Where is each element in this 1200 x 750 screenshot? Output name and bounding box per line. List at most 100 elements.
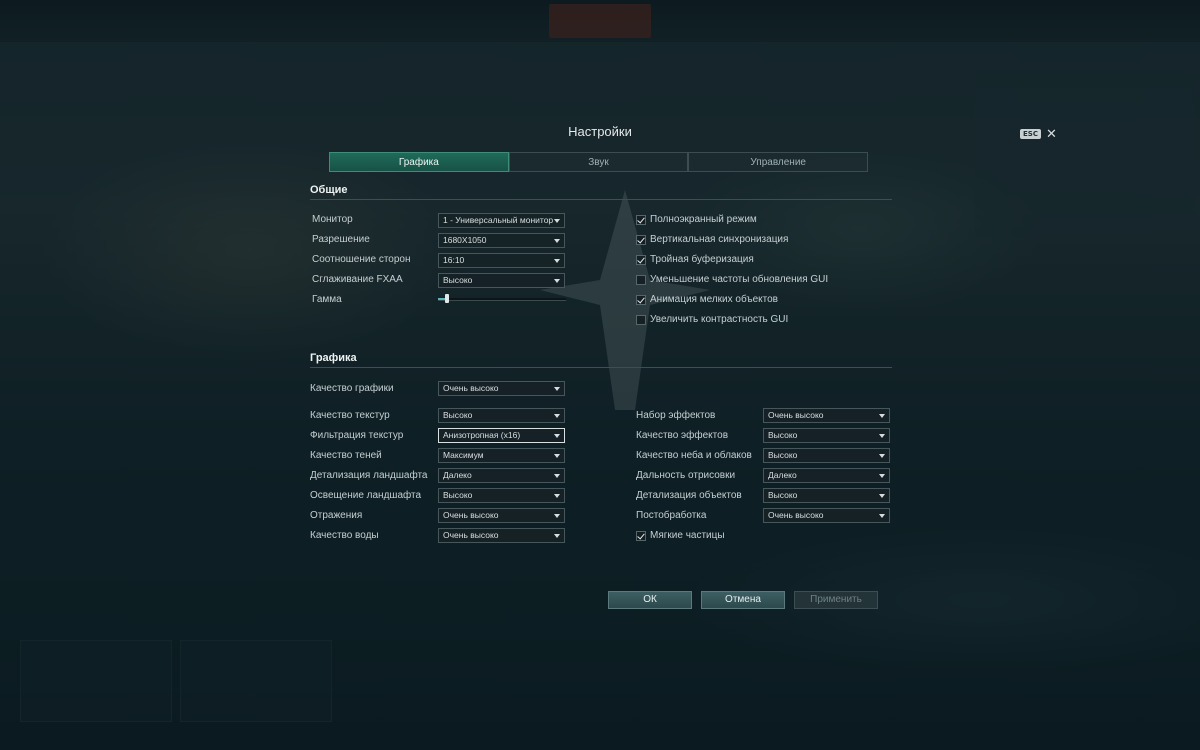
chevron-down-icon (554, 434, 560, 438)
checkbox-small-objects-animation[interactable] (636, 295, 646, 305)
checkbox-label-gui-refresh: Уменьшение частоты обновления GUI (650, 274, 829, 285)
chevron-down-icon (554, 219, 560, 223)
dropdown-value: 1680X1050 (443, 235, 487, 245)
dropdown-value: Далеко (443, 470, 472, 480)
setting-label-sky-quality: Качество неба и облаков (636, 450, 752, 461)
setting-label-graphics-quality: Качество графики (310, 383, 394, 394)
setting-label-texture-filtering: Фильтрация текстур (310, 430, 404, 441)
gamma-slider-handle[interactable] (445, 294, 449, 303)
setting-label-shadow-quality: Качество теней (310, 450, 382, 461)
dropdown-value: Очень высоко (443, 510, 499, 520)
tab-graphics[interactable]: Графика (329, 152, 509, 172)
checkbox-gui-refresh[interactable] (636, 275, 646, 285)
terrain-lighting-dropdown[interactable]: Высоко (438, 488, 565, 503)
chevron-down-icon (554, 474, 560, 478)
dropdown-value: 1 - Универсальный монитор PnP (443, 215, 553, 225)
graphics-quality-dropdown[interactable]: Очень высоко (438, 381, 565, 396)
reflections-dropdown[interactable]: Очень высоко (438, 508, 565, 523)
checkbox-label-triple-buffering: Тройная буферизация (650, 254, 754, 265)
checkbox-label-small-objects-animation: Анимация мелких объектов (650, 294, 778, 305)
dropdown-value: Очень высоко (443, 383, 499, 393)
setting-label-gamma: Гамма (312, 294, 342, 305)
chevron-down-icon (554, 259, 560, 263)
checkbox-label-fullscreen: Полноэкранный режим (650, 214, 757, 225)
post-processing-dropdown[interactable]: Очень высоко (763, 508, 890, 523)
dropdown-value: Очень высоко (768, 410, 824, 420)
checkbox-fullscreen[interactable] (636, 215, 646, 225)
chevron-down-icon (554, 534, 560, 538)
chevron-down-icon (879, 514, 885, 518)
section-title-graphics: Графика (310, 352, 892, 368)
tab-controls[interactable]: Управление (688, 152, 869, 172)
setting-label-object-detail: Детализация объектов (636, 490, 742, 501)
dropdown-value: Высоко (768, 430, 798, 440)
setting-label-reflections: Отражения (310, 510, 363, 521)
dropdown-value: Высоко (443, 490, 473, 500)
dropdown-value: 16:10 (443, 255, 465, 265)
chevron-down-icon (879, 474, 885, 478)
setting-label-aspect-ratio: Соотношение сторон (312, 254, 411, 265)
gamma-slider[interactable] (438, 294, 566, 303)
dropdown-value: Высоко (768, 490, 798, 500)
checkbox-label-vsync: Вертикальная синхронизация (650, 234, 789, 245)
dropdown-value: Далеко (768, 470, 797, 480)
resolution-dropdown[interactable]: 1680X1050 (438, 233, 565, 248)
setting-label-draw-distance: Дальность отрисовки (636, 470, 736, 481)
ok-button[interactable]: ОК (608, 591, 692, 609)
dropdown-value: Очень высоко (443, 530, 499, 540)
setting-label-terrain-detail: Детализация ландшафта (310, 470, 428, 481)
cancel-button[interactable]: Отмена (701, 591, 785, 609)
setting-label-fxaa: Сглаживание FXAA (312, 274, 403, 285)
checkbox-triple-buffering[interactable] (636, 255, 646, 265)
draw-distance-dropdown[interactable]: Далеко (763, 468, 890, 483)
monitor-dropdown[interactable]: 1 - Универсальный монитор PnP (438, 213, 565, 228)
section-title-general: Общие (310, 184, 892, 200)
chevron-down-icon (554, 279, 560, 283)
dropdown-value: Высоко (443, 275, 473, 285)
chevron-down-icon (879, 434, 885, 438)
dropdown-value: Высоко (768, 450, 798, 460)
fxaa-dropdown[interactable]: Высоко (438, 273, 565, 288)
apply-button[interactable]: Применить (794, 591, 878, 609)
checkbox-gui-contrast[interactable] (636, 315, 646, 325)
checkbox-label-soft-particles: Мягкие частицы (650, 530, 725, 541)
tab-sound[interactable]: Звук (508, 152, 689, 172)
setting-label-effects-preset: Набор эффектов (636, 410, 716, 421)
chevron-down-icon (554, 387, 560, 391)
setting-label-water-quality: Качество воды (310, 530, 379, 541)
sky-quality-dropdown[interactable]: Высоко (763, 448, 890, 463)
chevron-down-icon (554, 239, 560, 243)
dropdown-value: Анизотропная (x16) (443, 430, 521, 440)
chevron-down-icon (554, 454, 560, 458)
chevron-down-icon (879, 494, 885, 498)
setting-label-effects-quality: Качество эффектов (636, 430, 729, 441)
setting-label-texture-quality: Качество текстур (310, 410, 390, 421)
setting-label-terrain-lighting: Освещение ландшафта (310, 490, 422, 501)
aspect-ratio-dropdown[interactable]: 16:10 (438, 253, 565, 268)
setting-label-post-processing: Постобработка (636, 510, 707, 521)
shadow-quality-dropdown[interactable]: Максимум (438, 448, 565, 463)
dropdown-value: Высоко (443, 410, 473, 420)
setting-label-resolution: Разрешение (312, 234, 370, 245)
dropdown-value: Максимум (443, 450, 484, 460)
chevron-down-icon (879, 454, 885, 458)
texture-quality-dropdown[interactable]: Высоко (438, 408, 565, 423)
texture-filtering-dropdown[interactable]: Анизотропная (x16) (438, 428, 565, 443)
chevron-down-icon (879, 414, 885, 418)
close-icon[interactable]: ✕ (1046, 127, 1057, 140)
settings-tabs: Графика Звук Управление (329, 152, 869, 172)
close-control[interactable]: ESC ✕ (1020, 127, 1057, 140)
chevron-down-icon (554, 494, 560, 498)
terrain-detail-dropdown[interactable]: Далеко (438, 468, 565, 483)
effects-quality-dropdown[interactable]: Высоко (763, 428, 890, 443)
dropdown-value: Очень высоко (768, 510, 824, 520)
chevron-down-icon (554, 414, 560, 418)
checkbox-vsync[interactable] (636, 235, 646, 245)
water-quality-dropdown[interactable]: Очень высоко (438, 528, 565, 543)
checkbox-label-gui-contrast: Увеличить контрастность GUI (650, 314, 789, 325)
checkbox-soft-particles[interactable] (636, 531, 646, 541)
chevron-down-icon (554, 514, 560, 518)
effects-preset-dropdown[interactable]: Очень высоко (763, 408, 890, 423)
object-detail-dropdown[interactable]: Высоко (763, 488, 890, 503)
setting-label-monitor: Монитор (312, 214, 353, 225)
